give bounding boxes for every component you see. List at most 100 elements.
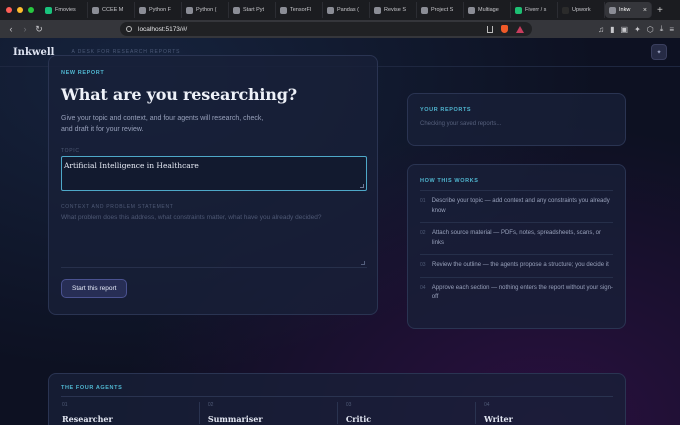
browser-tab[interactable]: Upwork: [558, 2, 605, 18]
new-report-label: NEW REPORT: [61, 70, 105, 76]
tab-title: Python (: [196, 7, 217, 13]
your-reports-card: YOUR REPORTS Checking your saved reports…: [407, 93, 626, 146]
step-number: 03: [420, 262, 426, 268]
page-icon: [280, 6, 287, 14]
agent-name: Summariser: [207, 414, 263, 424]
context-label: CONTEXT AND PROBLEM STATEMENT: [61, 204, 174, 210]
forward-icon[interactable]: ›: [18, 24, 32, 34]
reload-icon[interactable]: ↻: [32, 24, 46, 35]
browser-tab[interactable]: Fmovies: [41, 2, 88, 18]
browser-tab[interactable]: Project S: [417, 2, 464, 18]
music-icon[interactable]: ♫: [598, 25, 604, 34]
agent-number: 04: [483, 402, 490, 408]
browser-tab[interactable]: Multiage: [464, 2, 511, 18]
page-icon: [468, 6, 475, 14]
tab-title: Python F: [149, 7, 172, 13]
browser-tab[interactable]: Revise S: [370, 2, 417, 18]
resize-handle-icon[interactable]: [360, 184, 364, 188]
page-icon: [421, 6, 428, 14]
browser-tab[interactable]: Inkw ×: [605, 2, 652, 18]
resize-handle-icon[interactable]: [361, 261, 365, 265]
browser-tab[interactable]: Pandas (: [323, 2, 370, 18]
four-agents-card: THE FOUR AGENTS 01 Researcher 02 Summari…: [48, 373, 626, 425]
step-item: 03 Review the outline — the agents propo…: [420, 255, 613, 278]
tab-title: Inkw: [619, 7, 631, 13]
your-reports-label: YOUR REPORTS: [420, 107, 472, 113]
agent-name: Writer: [483, 414, 513, 424]
url-text: localhost:5173/#/: [138, 25, 188, 33]
sparkle-icon[interactable]: ✦: [651, 44, 667, 60]
page-icon: [92, 6, 99, 14]
extensions-icon[interactable]: ✦: [634, 25, 641, 34]
page-icon: [139, 6, 146, 14]
context-textarea[interactable]: What problem does this address, what con…: [61, 212, 367, 268]
tab-title: Project S: [431, 7, 454, 13]
globe-icon: [609, 6, 616, 14]
agents-row: 01 Researcher 02 Summariser 03 Critic 04…: [61, 402, 613, 424]
upwork-icon: [562, 6, 569, 14]
start-report-button[interactable]: Start this report: [61, 279, 128, 298]
share-icon[interactable]: [487, 25, 493, 33]
wallet-icon[interactable]: ▣: [621, 25, 629, 34]
topic-input[interactable]: Artificial Intelligence in Healthcare: [61, 156, 367, 191]
page-icon: [327, 6, 334, 14]
toolbar-icons: ♫ ▮ ▣ ✦ ⬡ ⤓ ≡: [598, 20, 674, 38]
back-icon[interactable]: ‹: [4, 24, 18, 34]
browser-tab[interactable]: TensorFl: [276, 2, 323, 18]
steps-list: 01 Describe your topic — add context and…: [420, 190, 613, 309]
browser-tab[interactable]: Python F: [135, 2, 182, 18]
fiverr-icon: [515, 6, 522, 14]
agent-critic: 03 Critic: [336, 402, 475, 424]
context-placeholder: What problem does this address, what con…: [61, 214, 322, 221]
zoom-window-button[interactable]: [28, 7, 34, 13]
tab-title: Revise S: [384, 7, 407, 13]
browser-toolbar: ‹ › ↻ localhost:5173/#/ ♫ ▮ ▣ ✦ ⬡ ⤓ ≡: [0, 20, 680, 38]
window-controls: [0, 7, 41, 13]
how-it-works-label: HOW THIS WORKS: [420, 178, 479, 184]
page-icon: [374, 6, 381, 14]
agent-number: 03: [345, 402, 352, 408]
how-it-works-card: HOW THIS WORKS 01 Describe your topic — …: [407, 164, 626, 329]
agent-researcher: 01 Researcher: [61, 402, 199, 424]
tab-title: Fmovies: [55, 7, 76, 13]
minimize-window-button[interactable]: [17, 7, 23, 13]
menu-icon[interactable]: ≡: [669, 25, 674, 34]
browser-tab[interactable]: CCEE M: [88, 2, 135, 18]
your-reports-status: Checking your saved reports...: [420, 121, 502, 127]
new-tab-button[interactable]: +: [652, 5, 663, 16]
close-window-button[interactable]: [6, 7, 12, 13]
browser-tab[interactable]: Start Pyt: [229, 2, 276, 18]
topic-label: TOPIC: [61, 148, 80, 154]
step-number: 02: [420, 230, 426, 236]
page-icon: [233, 6, 240, 14]
step-text: Review the outline — the agents propose …: [432, 262, 609, 268]
close-tab-icon[interactable]: ×: [643, 7, 647, 14]
address-bar[interactable]: localhost:5173/#/: [120, 22, 532, 36]
sidebar-icon[interactable]: ▮: [610, 25, 614, 34]
tab-title: Fiverr / s: [525, 7, 547, 13]
agent-summariser: 02 Summariser: [198, 402, 337, 424]
site-info-icon[interactable]: [126, 26, 132, 32]
vpn-icon[interactable]: ⬡: [647, 25, 654, 34]
agent-number: 01: [62, 402, 68, 408]
tab-title: Pandas (: [337, 7, 360, 13]
agent-name: Researcher: [62, 414, 113, 424]
step-item: 01 Describe your topic — add context and…: [420, 191, 613, 223]
tab-title: Multiage: [478, 7, 499, 13]
topic-input-value: Artificial Intelligence in Healthcare: [64, 161, 199, 170]
play-icon: [45, 6, 52, 14]
brave-rewards-icon[interactable]: [516, 25, 524, 33]
tab-title: Start Pyt: [243, 7, 265, 13]
tab-list: Fmovies CCEE M Python F Python ( Start Pyt Te…: [41, 0, 652, 20]
tab-title: CCEE M: [102, 7, 124, 13]
step-number: 01: [420, 198, 426, 204]
brave-shield-icon[interactable]: [501, 25, 508, 33]
page-icon: [186, 6, 193, 14]
four-agents-label: THE FOUR AGENTS: [61, 385, 123, 391]
browser-tab[interactable]: Python (: [182, 2, 229, 18]
agent-writer: 04 Writer: [474, 402, 613, 424]
tab-title: Upwork: [572, 7, 591, 13]
browser-tab[interactable]: Fiverr / s: [511, 2, 558, 18]
download-icon[interactable]: ⤓: [660, 24, 664, 34]
app-logo[interactable]: Inkwell: [13, 47, 54, 58]
